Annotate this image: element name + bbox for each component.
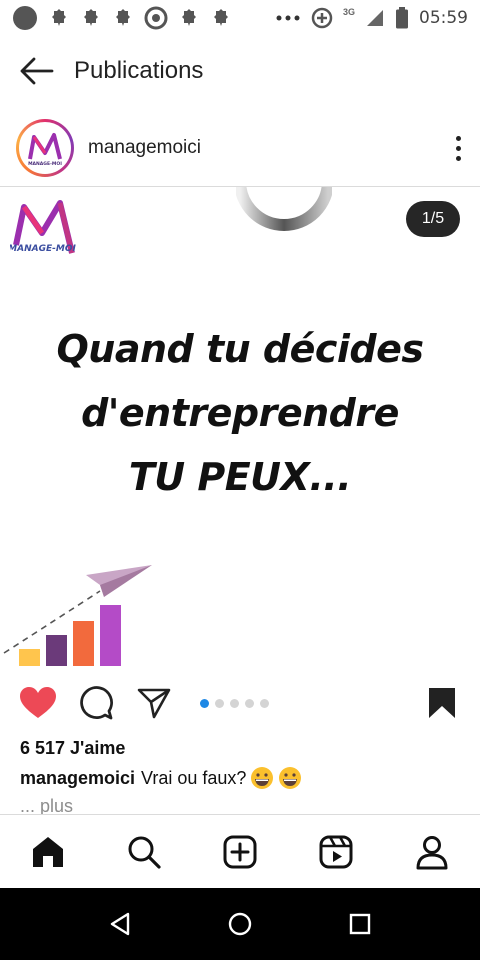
avatar[interactable]: MANAGE-MOI — [16, 119, 74, 177]
reels-icon — [319, 835, 353, 868]
nav-profile[interactable] — [408, 828, 456, 876]
carousel-dot — [230, 698, 239, 708]
post-action-bar — [0, 680, 480, 726]
post-caption: managemoici Vrai ou faux? — [20, 766, 302, 790]
notification-bell-icon — [52, 9, 66, 26]
svg-text:MANAGE-MOI: MANAGE-MOI — [10, 244, 76, 254]
grinning-emoji-icon — [251, 767, 274, 789]
carousel-dot — [215, 698, 224, 708]
post-image-text-line2: d'entreprendre — [81, 391, 399, 435]
search-icon — [128, 836, 161, 869]
comment-icon — [80, 686, 113, 720]
back-button[interactable] — [16, 51, 56, 91]
nav-new-post[interactable] — [216, 828, 264, 876]
status-right-icons: 3G 05:59 — [275, 7, 468, 29]
save-button[interactable] — [422, 683, 462, 723]
like-button[interactable] — [18, 683, 58, 723]
recents-square-icon — [349, 913, 371, 935]
carousel-dot — [260, 698, 269, 708]
post-image[interactable]: MANAGE-MOI 1/5 Quand tu décides d'entrep… — [0, 187, 480, 677]
manage-moi-logo-icon: MANAGE-MOI — [28, 133, 62, 167]
carousel-counter-badge: 1/5 — [406, 201, 460, 237]
page-title: Publications — [74, 57, 204, 84]
back-triangle-icon — [110, 912, 130, 936]
notification-bell-icon — [182, 9, 196, 26]
heart-icon — [20, 687, 56, 718]
dot-icon — [455, 135, 461, 141]
carousel-indicator — [200, 698, 269, 708]
more-dots-icon — [276, 15, 300, 21]
loading-spinner-icon — [236, 187, 332, 231]
manage-moi-logo: MANAGE-MOI — [10, 200, 76, 254]
add-post-icon — [223, 835, 257, 868]
share-button[interactable] — [134, 683, 174, 723]
chrome-icon — [144, 6, 168, 30]
network-type-label: 3G — [342, 7, 355, 17]
caption-username[interactable]: managemoici — [20, 768, 135, 789]
nav-home[interactable] — [24, 828, 72, 876]
home-circle-icon — [228, 912, 252, 936]
system-back-button[interactable] — [98, 902, 142, 946]
grinning-emoji-icon — [279, 767, 302, 789]
growth-chart-illustration — [3, 565, 152, 666]
bottom-navigation — [0, 814, 480, 888]
share-paper-plane-icon — [137, 688, 171, 719]
status-left-icons — [12, 5, 232, 31]
comment-button[interactable] — [76, 683, 116, 723]
post-image-text-line1: Quand tu décides — [56, 327, 424, 371]
signal-icon — [367, 10, 383, 26]
profile-icon — [416, 835, 448, 869]
system-recents-button[interactable] — [338, 902, 382, 946]
battery-icon — [396, 7, 408, 29]
nav-reels[interactable] — [312, 828, 360, 876]
system-navigation-bar — [0, 888, 480, 960]
data-saver-icon — [311, 7, 333, 29]
avatar-logo: MANAGE-MOI — [19, 122, 71, 174]
bookmark-icon — [429, 688, 455, 718]
post-author-row: MANAGE-MOI managemoici — [0, 115, 480, 181]
notification-bell-icon — [214, 9, 228, 26]
status-bar: 3G 05:59 — [0, 0, 480, 36]
likes-count[interactable]: 6 517 J'aime — [20, 738, 125, 759]
post-username[interactable]: managemoici — [88, 137, 201, 159]
arrow-left-icon — [20, 57, 54, 85]
app-header: Publications — [0, 40, 480, 102]
caption-text: Vrai ou faux? — [141, 767, 247, 788]
notification-bell-icon — [116, 9, 130, 26]
carousel-dot — [245, 698, 254, 708]
nav-search[interactable] — [120, 828, 168, 876]
svg-text:MANAGE-MOI: MANAGE-MOI — [28, 161, 62, 167]
home-icon — [33, 836, 63, 867]
notification-bell-icon — [84, 9, 98, 26]
post-image-text-line3: TU PEUX... — [128, 455, 352, 499]
dot-icon — [455, 155, 461, 161]
system-home-button[interactable] — [218, 902, 262, 946]
circle-icon — [13, 6, 37, 30]
status-time: 05:59 — [419, 8, 468, 28]
post-options-button[interactable] — [448, 130, 468, 166]
carousel-dot-active — [200, 698, 209, 708]
dot-icon — [455, 145, 461, 151]
